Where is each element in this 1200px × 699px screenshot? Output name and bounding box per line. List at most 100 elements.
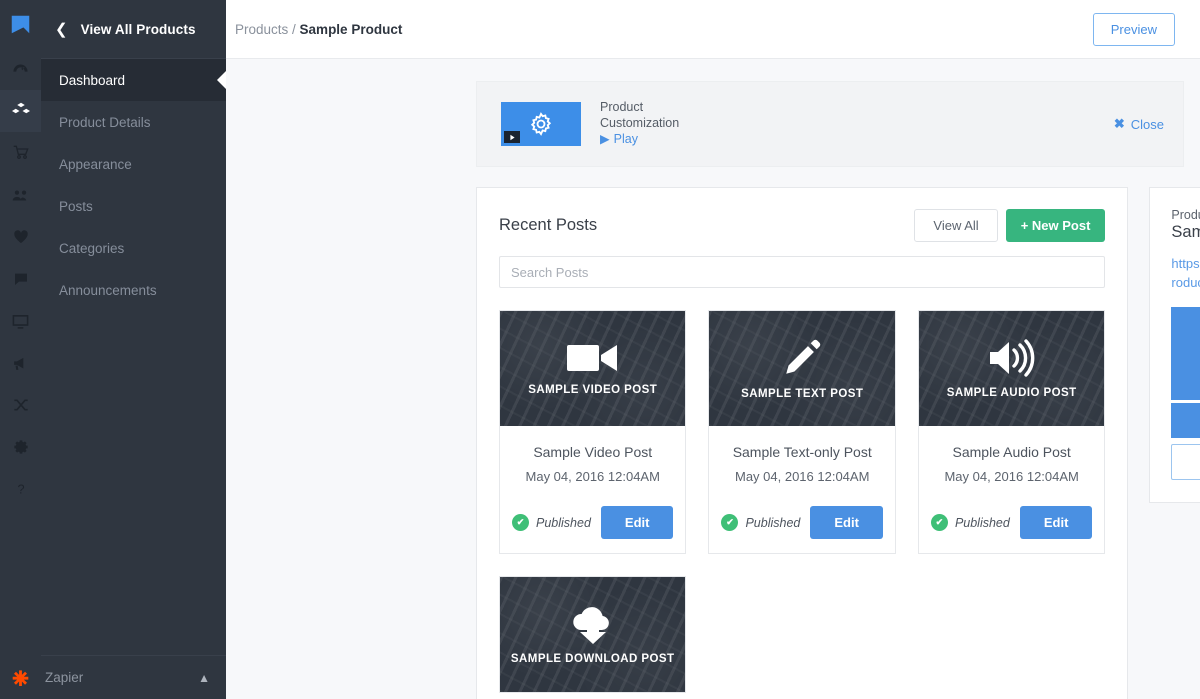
post-title: Sample Audio Post — [952, 444, 1071, 460]
video-camera-icon — [566, 345, 617, 371]
shuffle-icon[interactable] — [0, 384, 41, 426]
sidebar-nav: ❮ View All Products Dashboard Product De… — [41, 0, 226, 699]
content-row: Recent Posts View All + New Post Search … — [476, 187, 1200, 699]
post-card[interactable]: SAMPLE TEXT POST Sample Text-only Post M… — [708, 310, 896, 554]
product-logo — [1171, 307, 1200, 400]
back-to-products-button[interactable]: ❮ View All Products — [41, 0, 226, 59]
edit-button[interactable]: Edit — [810, 506, 883, 539]
sidebar-item-appearance[interactable]: Appearance — [41, 143, 226, 185]
post-thumbnail[interactable]: SAMPLE DOWNLOAD POST — [500, 577, 686, 692]
panel-product-name: Sample Product — [1171, 223, 1200, 241]
breadcrumb-current: Sample Product — [299, 21, 403, 37]
search-input[interactable] — [499, 256, 1106, 288]
chevron-left-icon: ❮ — [55, 20, 68, 38]
sidebar-item-label: Categories — [59, 240, 125, 256]
breadcrumb-separator: / — [288, 21, 300, 37]
thumb-label: SAMPLE VIDEO POST — [528, 384, 658, 396]
people-icon[interactable] — [0, 174, 41, 216]
kajabi-logo-icon[interactable] — [0, 0, 41, 48]
heart-icon[interactable] — [0, 216, 41, 258]
play-icon — [504, 131, 520, 143]
top-bar: Products / Sample Product Preview — [226, 0, 1200, 59]
banner-text: Product Customization ▶ Play — [600, 100, 679, 148]
post-card[interactable]: SAMPLE AUDIO POST Sample Audio Post May … — [917, 310, 1106, 554]
check-circle-icon: ✔ — [512, 514, 529, 531]
post-date: May 04, 2016 12:04AM — [734, 469, 870, 484]
recent-posts-header: Recent Posts View All + New Post — [499, 209, 1106, 242]
banner-title-line1: Product — [600, 100, 644, 115]
post-card[interactable]: SAMPLE DOWNLOAD POST — [499, 576, 687, 693]
speaker-volume-icon — [989, 339, 1034, 377]
check-circle-icon: ✔ — [930, 514, 948, 531]
posts-grid: SAMPLE VIDEO POST Sample Video Post May … — [499, 310, 1106, 693]
sidebar-item-label: Announcements — [59, 282, 157, 298]
post-body: Sample Video Post May 04, 2016 12:04AM ✔… — [500, 426, 685, 553]
preview-button[interactable]: Preview — [1092, 12, 1175, 46]
megaphone-icon[interactable] — [0, 342, 41, 384]
gear-icon[interactable] — [0, 426, 41, 468]
post-title: Sample Text-only Post — [732, 444, 872, 460]
sidebar-item-label: Dashboard — [59, 72, 126, 88]
post-footer: ✔ Published Edit — [930, 506, 1093, 539]
content-scroll: Product Customization ▶ Play ✖ Close Rec… — [226, 59, 1200, 699]
new-post-button[interactable]: + New Post — [1005, 209, 1106, 242]
status-label: Published — [536, 515, 591, 530]
post-thumbnail[interactable]: SAMPLE AUDIO POST — [918, 311, 1105, 426]
zapier-footer-button[interactable]: Zapier ▲ — [41, 655, 226, 699]
help-question-icon[interactable]: ? — [0, 468, 41, 510]
product-url-link[interactable]: https://zapier.mykajabi.com/products/sam… — [1171, 254, 1200, 292]
close-label: Close — [1130, 116, 1164, 132]
pencil-icon — [786, 339, 821, 374]
zapier-icon[interactable] — [0, 655, 41, 699]
comment-icon[interactable] — [0, 258, 41, 300]
monitor-icon[interactable] — [0, 300, 41, 342]
post-footer: ✔ Published Edit — [721, 506, 883, 539]
sidebar-item-announcements[interactable]: Announcements — [41, 269, 226, 311]
banner-title-line2: Customization — [600, 115, 680, 130]
main-area: Products / Sample Product Preview Produc… — [226, 0, 1200, 699]
sidebar-item-categories[interactable]: Categories — [41, 227, 226, 269]
breadcrumb: Products / Sample Product — [235, 22, 402, 37]
shopping-cart-icon[interactable] — [0, 132, 41, 174]
banner-close-button[interactable]: ✖ Close — [1114, 116, 1164, 132]
post-card[interactable]: SAMPLE VIDEO POST Sample Video Post May … — [499, 310, 687, 554]
recent-posts-panel: Recent Posts View All + New Post Search … — [476, 187, 1129, 699]
product-customization-banner: Product Customization ▶ Play ✖ Close — [476, 81, 1184, 167]
sidebar-item-posts[interactable]: Posts — [41, 185, 226, 227]
thumb-label: SAMPLE TEXT POST — [741, 388, 864, 400]
banner-play-link[interactable]: ▶ Play — [600, 132, 679, 148]
preview-product-button[interactable]: Preview Product — [1171, 444, 1200, 480]
product-edit-button[interactable]: Edit — [1171, 403, 1200, 438]
post-body: Sample Audio Post May 04, 2016 12:04AM ✔… — [919, 426, 1104, 553]
close-icon: ✖ — [1113, 116, 1125, 131]
post-date: May 04, 2016 12:04AM — [525, 469, 660, 484]
status-badge: ✔ Published — [930, 514, 1010, 531]
post-body: Sample Text-only Post May 04, 2016 12:04… — [709, 426, 894, 553]
post-thumbnail[interactable]: SAMPLE TEXT POST — [709, 311, 895, 426]
svg-text:?: ? — [17, 483, 24, 497]
status-badge: ✔ Published — [512, 514, 591, 531]
sidebar-item-dashboard[interactable]: Dashboard — [41, 59, 226, 101]
status-label: Published — [745, 515, 801, 530]
edit-button[interactable]: Edit — [1019, 506, 1093, 539]
edit-button[interactable]: Edit — [600, 506, 674, 539]
view-all-button[interactable]: View All — [914, 209, 998, 242]
post-title: Sample Video Post — [533, 444, 653, 460]
back-label: View All Products — [80, 21, 196, 37]
sidebar-item-product-details[interactable]: Product Details — [41, 101, 226, 143]
active-pointer-icon — [217, 71, 226, 89]
products-cubes-icon[interactable] — [0, 90, 41, 132]
breadcrumb-parent[interactable]: Products — [235, 22, 288, 37]
thumb-label: SAMPLE AUDIO POST — [946, 387, 1077, 399]
sidebar-item-label: Product Details — [59, 114, 151, 130]
check-circle-icon: ✔ — [721, 514, 739, 531]
panel-kicker: Product Details — [1171, 208, 1200, 222]
dashboard-gauge-icon[interactable] — [0, 48, 41, 90]
status-label: Published — [954, 515, 1010, 530]
banner-thumbnail[interactable] — [501, 102, 581, 146]
gear-icon — [530, 112, 552, 136]
chevron-up-icon: ▲ — [198, 670, 210, 685]
post-thumbnail[interactable]: SAMPLE VIDEO POST — [500, 311, 686, 426]
play-label: Play — [613, 132, 638, 147]
